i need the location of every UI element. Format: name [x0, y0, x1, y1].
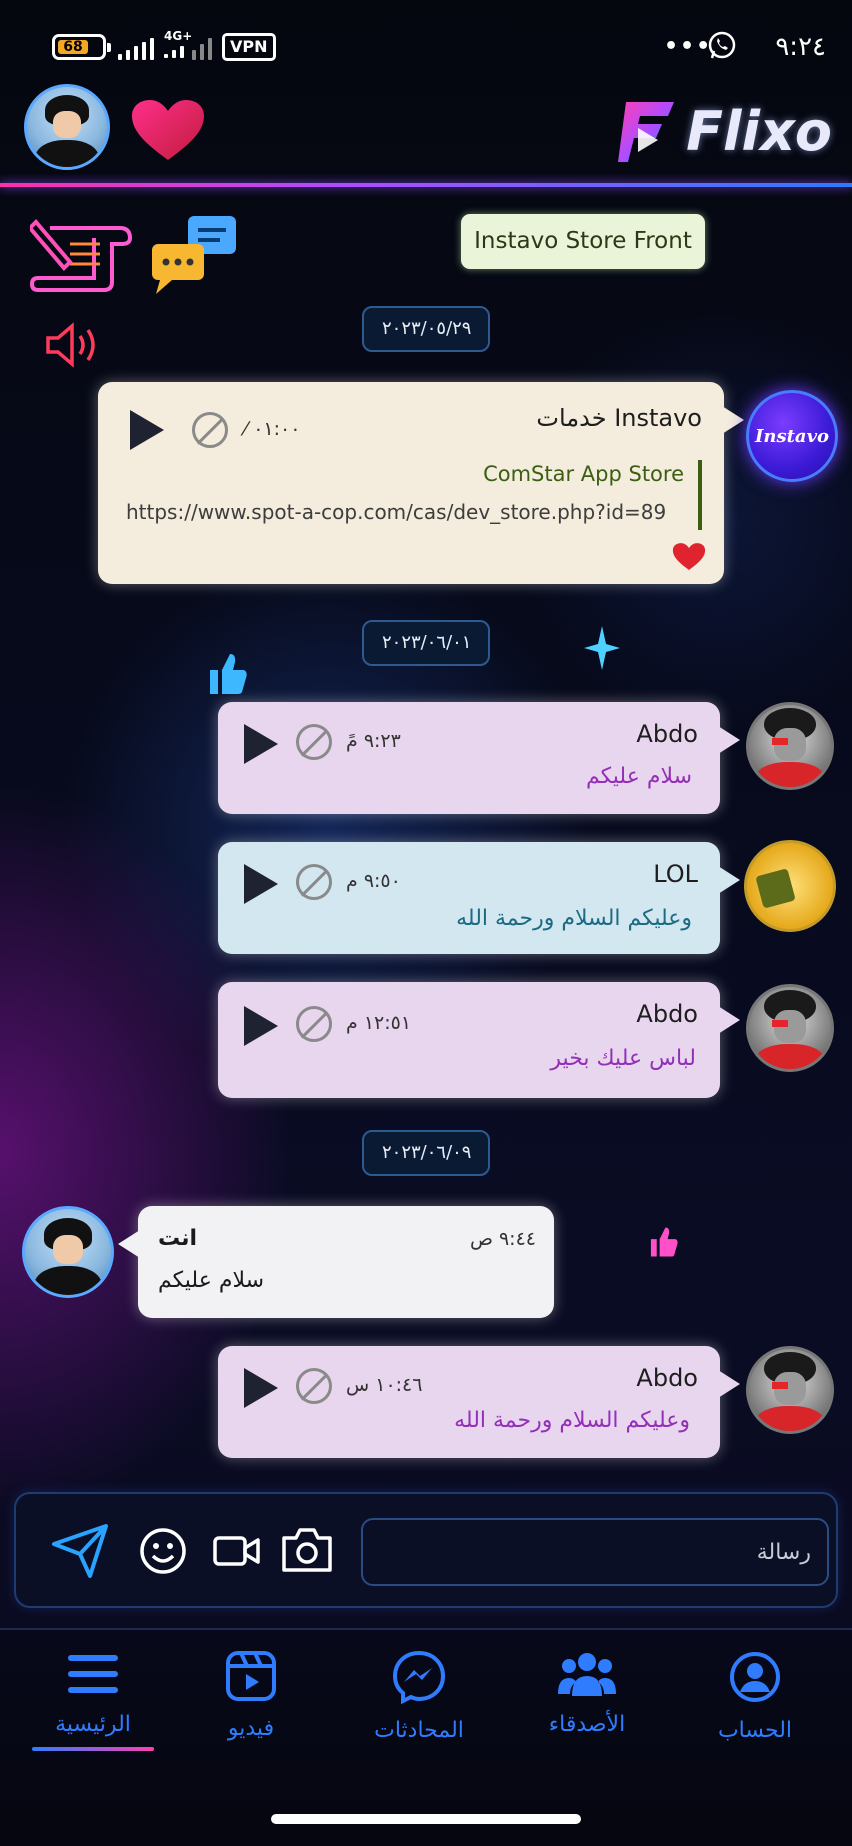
- abdo-avatar[interactable]: [746, 984, 834, 1072]
- my-avatar[interactable]: [22, 1206, 114, 1298]
- date-separator: ٢٠٢٣/٠٦/٠٩: [362, 1130, 490, 1176]
- message-time: ١٠:٤٦ س: [346, 1374, 423, 1396]
- clock: ٩:٢٤: [775, 32, 826, 62]
- speaker-icon[interactable]: [44, 322, 100, 368]
- scroll-pencil-icon[interactable]: [30, 214, 134, 294]
- signal-icon: [118, 36, 154, 60]
- messenger-icon: [392, 1650, 446, 1705]
- message-text: وعليكم السلام ورحمة الله: [454, 1408, 690, 1433]
- message-sender: Abdo: [636, 720, 698, 748]
- date-separator: ٢٠٢٣/٠٥/٢٩: [362, 306, 490, 352]
- message-time: ٠١:٠٠ ⁄: [244, 418, 301, 440]
- video-icon: [226, 1651, 276, 1701]
- voice-message[interactable]: Abdo لباس عليك بخير ١٢:٥١ م: [218, 982, 740, 1098]
- play-icon[interactable]: [244, 1368, 278, 1408]
- play-icon[interactable]: [244, 1006, 278, 1046]
- play-icon[interactable]: [244, 724, 278, 764]
- battery-level: 68: [58, 40, 88, 54]
- brand-logo: Flixo: [616, 98, 832, 164]
- outgoing-message[interactable]: انت ٩:٤٤ ص سلام عليكم: [118, 1206, 554, 1318]
- whatsapp-icon: [708, 31, 736, 59]
- status-bar: 68 4G+ VPN ••• ٩:٢٤: [0, 28, 852, 68]
- nav-item-home[interactable]: الرئيسية: [18, 1650, 168, 1751]
- block-icon[interactable]: [296, 1006, 332, 1042]
- account-icon: [730, 1652, 780, 1702]
- instavo-avatar[interactable]: Instavo: [746, 390, 838, 482]
- lol-avatar[interactable]: [744, 840, 836, 932]
- voice-message[interactable]: Abdo وعليكم السلام ورحمة الله ١٠:٤٦ س: [218, 1346, 740, 1458]
- friends-icon: [558, 1653, 616, 1696]
- camera-icon[interactable]: [280, 1524, 334, 1574]
- link-message[interactable]: خدمات Instavo ٠١:٠٠ ⁄ ComStar App Store …: [98, 382, 744, 584]
- message-sender: خدمات Instavo: [536, 404, 702, 432]
- network-type: 4G+: [164, 29, 193, 43]
- liked-heart-icon[interactable]: [672, 542, 706, 572]
- link-title[interactable]: ComStar App Store: [483, 462, 684, 486]
- date-separator: ٢٠٢٣/٠٦/٠١: [362, 620, 490, 666]
- nav-label: الأصدقاء: [548, 1712, 626, 1737]
- brand-name: Flixo: [686, 99, 832, 163]
- heart-icon[interactable]: [130, 98, 206, 164]
- nav-item-video[interactable]: فيديو: [176, 1650, 326, 1741]
- flixo-logo-icon: [618, 102, 675, 162]
- block-icon[interactable]: [296, 864, 332, 900]
- sparkle-icon: [584, 626, 620, 670]
- message-text: لباس عليك بخير: [550, 1046, 696, 1071]
- message-text: سلام عليكم: [585, 764, 692, 789]
- message-sender: انت: [158, 1226, 198, 1251]
- thumbs-up-icon: [210, 654, 247, 694]
- play-icon[interactable]: [130, 410, 164, 450]
- profile-avatar[interactable]: [24, 84, 110, 170]
- message-time: ٩:٥٠ م: [346, 870, 401, 892]
- message-time: ١٢:٥١ م: [346, 1012, 412, 1034]
- link-preview-bar: [698, 460, 702, 530]
- nav-label: الرئيسية: [55, 1712, 131, 1737]
- store-front-button[interactable]: Instavo Store Front: [461, 214, 705, 269]
- nav-item-account[interactable]: الحساب: [680, 1650, 830, 1743]
- active-tab-indicator: [32, 1747, 154, 1751]
- home-indicator[interactable]: [271, 1814, 581, 1824]
- nav-label: الحساب: [717, 1718, 793, 1743]
- menu-icon: [68, 1655, 118, 1693]
- message-sender: Abdo: [636, 1000, 698, 1028]
- more-icon: •••: [664, 34, 713, 59]
- abdo-avatar[interactable]: [746, 702, 834, 790]
- header-divider: [0, 183, 852, 187]
- voice-message[interactable]: LOL وعليكم السلام ورحمة الله ٩:٥٠ م: [218, 842, 740, 954]
- block-icon[interactable]: [296, 724, 332, 760]
- chat-bubbles-icon[interactable]: [150, 214, 240, 296]
- message-input[interactable]: [361, 1518, 829, 1586]
- thumbs-up-icon-2: [650, 1227, 678, 1257]
- block-icon[interactable]: [296, 1368, 332, 1404]
- message-sender: Abdo: [636, 1364, 698, 1392]
- battery-icon: 68: [52, 34, 111, 60]
- nav-item-friends[interactable]: الأصدقاء: [512, 1650, 662, 1737]
- signal-icon-2: [164, 44, 184, 58]
- message-time: ٩:٤٤ ص: [469, 1228, 536, 1250]
- signal-bars-icon: [192, 36, 212, 60]
- nav-item-chats[interactable]: المحادثات: [344, 1650, 494, 1743]
- vpn-badge: VPN: [222, 33, 276, 61]
- nav-label: المحادثات: [374, 1718, 464, 1743]
- message-text: وعليكم السلام ورحمة الله: [456, 906, 692, 931]
- message-sender: LOL: [653, 860, 698, 888]
- video-call-icon[interactable]: [212, 1530, 262, 1570]
- emoji-icon[interactable]: [138, 1526, 188, 1576]
- block-icon[interactable]: [192, 412, 228, 448]
- link-url[interactable]: https://www.spot-a-cop.com/cas/dev_store…: [126, 500, 666, 524]
- abdo-avatar[interactable]: [746, 1346, 834, 1434]
- message-time: ٩:٢٣ مً: [346, 730, 401, 752]
- nav-label: فيديو: [227, 1716, 275, 1741]
- voice-message[interactable]: Abdo سلام عليكم ٩:٢٣ مً: [218, 702, 740, 814]
- message-text: سلام عليكم: [158, 1268, 265, 1293]
- send-icon[interactable]: [50, 1522, 110, 1580]
- composer: [14, 1492, 838, 1608]
- play-icon[interactable]: [244, 864, 278, 904]
